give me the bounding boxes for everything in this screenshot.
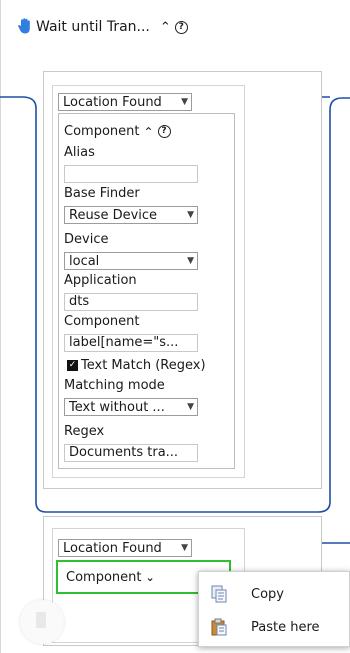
paste-label: Paste here xyxy=(251,619,320,635)
chevron-down-icon: ▼ xyxy=(187,402,194,412)
matching-mode-label: Matching mode xyxy=(64,378,165,393)
component-label: Component xyxy=(64,314,140,329)
chevron-down-icon[interactable]: ⌄ xyxy=(145,571,154,584)
application-label: Application xyxy=(64,273,137,288)
component-panel-header: Component ⌃ ? xyxy=(64,124,171,139)
context-menu-item-copy[interactable]: Copy xyxy=(199,579,350,609)
application-field[interactable]: dts xyxy=(64,293,198,311)
component-selector-field[interactable]: label[name="s... xyxy=(64,334,198,352)
location-select-2-value: Location Found xyxy=(63,540,162,556)
location-select-2[interactable]: Location Found ▼ xyxy=(58,539,192,557)
base-finder-label: Base Finder xyxy=(64,186,140,201)
chevron-down-icon: ▼ xyxy=(187,210,194,220)
chevron-up-icon[interactable]: ⌃ xyxy=(143,125,153,139)
context-menu: Copy Paste here xyxy=(198,571,350,647)
device-value: local xyxy=(69,253,100,269)
help-icon[interactable]: ? xyxy=(174,20,188,34)
device-select[interactable]: local ▼ xyxy=(64,252,198,270)
help-icon[interactable]: ? xyxy=(157,125,171,138)
bookmark-icon xyxy=(36,612,46,628)
paste-icon xyxy=(211,618,227,636)
matching-mode-select[interactable]: Text without ... ▼ xyxy=(64,398,198,416)
step-header: Wait until Tran... ⌃ ? xyxy=(18,16,188,38)
regex-label: Regex xyxy=(64,424,105,439)
alias-label: Alias xyxy=(64,145,95,160)
location-select-1-value: Location Found xyxy=(63,94,162,110)
component-collapsed-label: Component xyxy=(66,569,142,585)
copy-icon xyxy=(211,585,227,603)
floating-bookmark-button[interactable] xyxy=(20,600,64,644)
alias-field[interactable] xyxy=(64,165,198,183)
chevron-down-icon: ▼ xyxy=(181,543,188,553)
base-finder-select[interactable]: Reuse Device ▼ xyxy=(64,206,198,224)
context-menu-item-paste[interactable]: Paste here xyxy=(199,612,350,642)
component-panel-title: Component xyxy=(64,124,140,139)
chevron-down-icon: ▼ xyxy=(187,256,194,266)
base-finder-value: Reuse Device xyxy=(69,207,158,223)
regex-field[interactable]: Documents tra... xyxy=(64,444,198,462)
device-label: Device xyxy=(64,232,109,247)
chevron-down-icon: ▼ xyxy=(181,97,188,107)
copy-label: Copy xyxy=(251,586,284,602)
text-match-checkbox[interactable]: ✓ xyxy=(67,360,78,371)
hand-icon xyxy=(18,17,32,37)
step-title: Wait until Tran... xyxy=(36,19,150,35)
matching-mode-value: Text without ... xyxy=(69,399,165,415)
text-match-label: Text Match (Regex) xyxy=(81,358,206,373)
location-select-1[interactable]: Location Found ▼ xyxy=(58,93,192,111)
text-match-row: ✓ Text Match (Regex) xyxy=(67,358,206,373)
chevron-up-icon[interactable]: ⌃ xyxy=(160,20,171,35)
